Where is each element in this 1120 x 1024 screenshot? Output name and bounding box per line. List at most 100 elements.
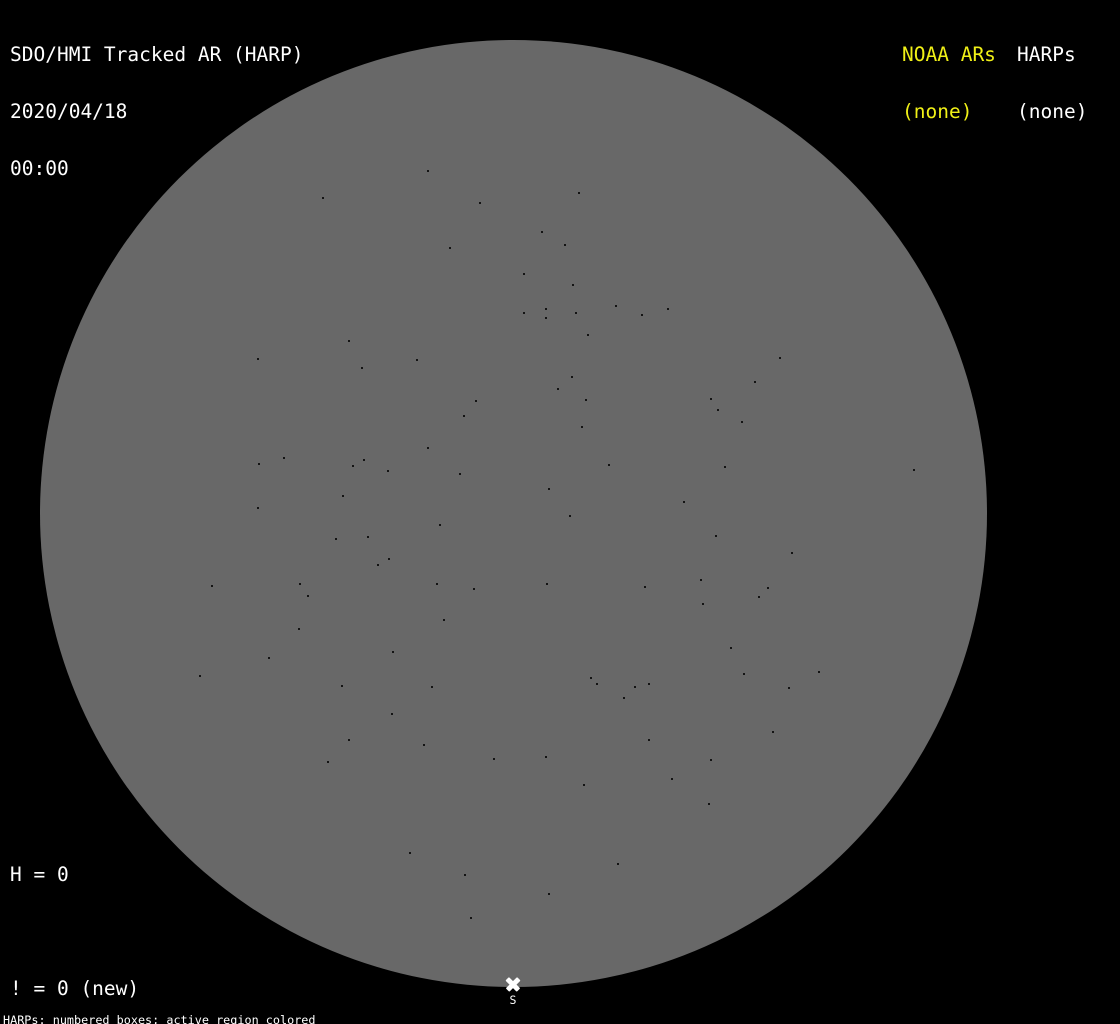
magnetogram-speckle bbox=[470, 917, 472, 919]
magnetogram-speckle bbox=[391, 713, 393, 715]
magnetogram-speckle bbox=[754, 381, 756, 383]
magnetogram-speckle bbox=[615, 305, 617, 307]
magnetogram-speckle bbox=[473, 588, 475, 590]
magnetogram-speckle bbox=[436, 583, 438, 585]
magnetogram-speckle bbox=[459, 473, 461, 475]
magnetogram-speckle bbox=[427, 170, 429, 172]
magnetogram-speckle bbox=[523, 312, 525, 314]
magnetogram-speckle bbox=[724, 466, 726, 468]
footer-note-harps: HARPs: numbered boxes; active region col… bbox=[3, 1013, 316, 1024]
magnetogram-speckle bbox=[341, 685, 343, 687]
magnetogram-speckle bbox=[475, 400, 477, 402]
magnetogram-speckle bbox=[322, 197, 324, 199]
magnetogram-speckle bbox=[388, 558, 390, 560]
magnetogram-speckle bbox=[788, 687, 790, 689]
magnetogram-speckle bbox=[257, 507, 259, 509]
magnetogram-speckle bbox=[523, 273, 525, 275]
magnetogram-speckle bbox=[211, 585, 213, 587]
header-block: SDO/HMI Tracked AR (HARP) 2020/04/18 00:… bbox=[10, 7, 304, 216]
magnetogram-speckle bbox=[702, 603, 704, 605]
harps-panel: HARPs (none) bbox=[1017, 7, 1087, 159]
magnetogram-speckle bbox=[409, 852, 411, 854]
magnetogram-speckle bbox=[439, 524, 441, 526]
magnetogram-speckle bbox=[818, 671, 820, 673]
magnetogram-speckle bbox=[730, 647, 732, 649]
noaa-ars-label: NOAA ARs bbox=[902, 43, 996, 66]
magnetogram-speckle bbox=[377, 564, 379, 566]
magnetogram-speckle bbox=[641, 314, 643, 316]
magnetogram-speckle bbox=[772, 731, 774, 733]
magnetogram-speckle bbox=[569, 515, 571, 517]
magnetogram-speckle bbox=[307, 595, 309, 597]
magnetogram-speckle bbox=[741, 421, 743, 423]
magnetogram-speckle bbox=[913, 469, 915, 471]
magnetogram-speckle bbox=[700, 579, 702, 581]
magnetogram-speckle bbox=[548, 488, 550, 490]
magnetogram-speckle bbox=[443, 619, 445, 621]
magnetogram-speckle bbox=[585, 399, 587, 401]
magnetogram-speckle bbox=[590, 677, 592, 679]
magnetogram-speckle bbox=[608, 464, 610, 466]
magnetogram-speckle bbox=[327, 761, 329, 763]
magnetogram-speckle bbox=[268, 657, 270, 659]
footer-notes: HARPs: numbered boxes; active region col… bbox=[3, 988, 415, 1024]
magnetogram-speckle bbox=[587, 334, 589, 336]
magnetogram-speckle bbox=[572, 284, 574, 286]
magnetogram-speckle bbox=[617, 863, 619, 865]
magnetogram-speckle bbox=[743, 673, 745, 675]
magnetogram-speckle bbox=[283, 457, 285, 459]
magnetogram-speckle bbox=[416, 359, 418, 361]
magnetogram-speckle bbox=[548, 893, 550, 895]
noaa-ars-value: (none) bbox=[902, 100, 973, 123]
magnetogram-speckle bbox=[583, 784, 585, 786]
harps-value: (none) bbox=[1017, 100, 1088, 123]
magnetogram-speckle bbox=[648, 739, 650, 741]
magnetogram-speckle bbox=[545, 756, 547, 758]
magnetogram-speckle bbox=[648, 683, 650, 685]
magnetogram-speckle bbox=[463, 415, 465, 417]
magnetogram-speckle bbox=[557, 388, 559, 390]
magnetogram-speckle bbox=[708, 803, 710, 805]
magnetogram-speckle bbox=[581, 426, 583, 428]
magnetogram-speckle bbox=[258, 463, 260, 465]
magnetogram-speckle bbox=[427, 447, 429, 449]
magnetogram-speckle bbox=[335, 538, 337, 540]
magnetogram-speckle bbox=[779, 357, 781, 359]
magnetogram-speckle bbox=[564, 244, 566, 246]
header-time: 00:00 bbox=[10, 157, 69, 180]
magnetogram-speckle bbox=[578, 192, 580, 194]
magnetogram-speckle bbox=[623, 697, 625, 699]
magnetogram-speckle bbox=[545, 308, 547, 310]
magnetogram-speckle bbox=[545, 317, 547, 319]
magnetogram-speckle bbox=[683, 501, 685, 503]
harp-visualization-canvas: SDO/HMI Tracked AR (HARP) 2020/04/18 00:… bbox=[0, 0, 1120, 1024]
magnetogram-speckle bbox=[392, 651, 394, 653]
magnetogram-speckle bbox=[715, 535, 717, 537]
magnetogram-speckle bbox=[361, 367, 363, 369]
magnetogram-speckle bbox=[575, 312, 577, 314]
magnetogram-speckle bbox=[493, 758, 495, 760]
header-date: 2020/04/18 bbox=[10, 100, 128, 123]
magnetogram-speckle bbox=[710, 398, 712, 400]
harps-label: HARPs bbox=[1017, 43, 1076, 66]
magnetogram-speckle bbox=[348, 340, 350, 342]
magnetogram-speckle bbox=[791, 552, 793, 554]
magnetogram-speckle bbox=[644, 586, 646, 588]
magnetogram-speckle bbox=[352, 465, 354, 467]
magnetogram-speckle bbox=[634, 686, 636, 688]
magnetogram-speckle bbox=[342, 495, 344, 497]
magnetogram-speckle bbox=[546, 583, 548, 585]
south-pole-label: S bbox=[509, 993, 517, 1007]
magnetogram-speckle bbox=[464, 874, 466, 876]
magnetogram-speckle bbox=[541, 231, 543, 233]
magnetogram-speckle bbox=[299, 583, 301, 585]
magnetogram-speckle bbox=[767, 587, 769, 589]
south-pole-cross-icon bbox=[504, 975, 522, 993]
legend-harp-count: H = 0 bbox=[10, 863, 69, 886]
magnetogram-speckle bbox=[423, 744, 425, 746]
app-title: SDO/HMI Tracked AR (HARP) bbox=[10, 43, 304, 66]
magnetogram-speckle bbox=[387, 470, 389, 472]
magnetogram-speckle bbox=[363, 459, 365, 461]
magnetogram-speckle bbox=[479, 202, 481, 204]
magnetogram-speckle bbox=[298, 628, 300, 630]
